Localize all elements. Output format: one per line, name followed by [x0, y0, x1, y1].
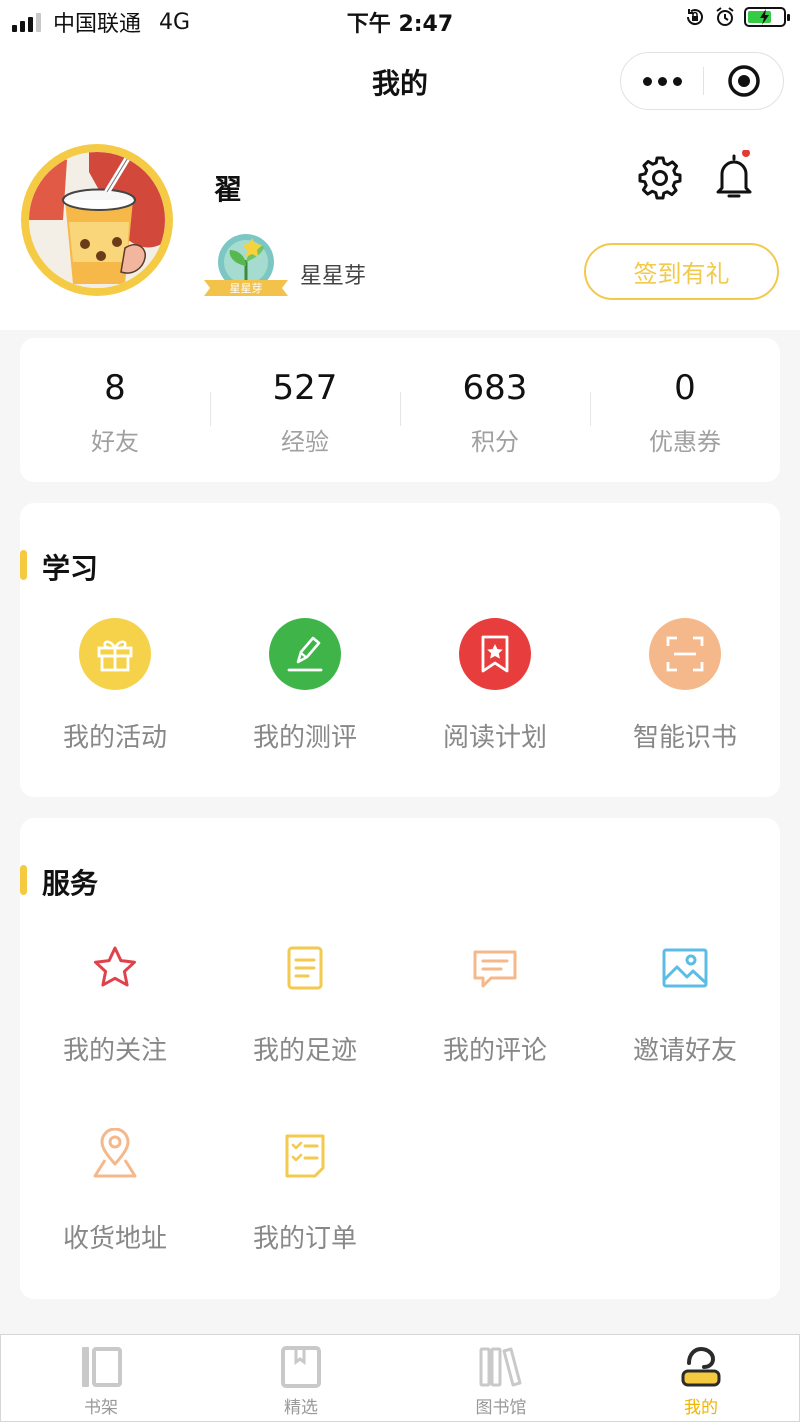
- stat-label: 优惠券: [649, 428, 721, 456]
- service-item-label: 邀请好友: [632, 1036, 737, 1066]
- miniprogram-capsule: [620, 52, 784, 110]
- bottom-tab-bar: 书架 精选 图书馆 我的: [0, 1334, 800, 1422]
- service-card: 服务 我的关注 我的足迹 我的评论 邀请好友 收货地址 我的订单: [20, 818, 780, 1299]
- study-item-activities[interactable]: 我的活动: [20, 503, 210, 797]
- study-item-label: 我的测评: [252, 723, 357, 753]
- badge-text: 星星芽: [230, 281, 263, 295]
- order-list-icon: [281, 1132, 329, 1180]
- document-icon: [281, 944, 329, 992]
- service-item-follows[interactable]: 我的关注: [20, 938, 210, 1088]
- study-item-reading-plan[interactable]: 阅读计划: [400, 503, 590, 797]
- tab-label: 书架: [84, 1398, 118, 1418]
- stat-value: 0: [674, 368, 696, 408]
- study-item-label: 智能识书: [632, 723, 737, 753]
- service-item-label: 我的关注: [62, 1036, 167, 1066]
- star-icon: [91, 944, 139, 992]
- status-time: 下午 2:47: [346, 12, 454, 37]
- bookshelf-icon: [82, 1347, 122, 1387]
- stat-experience[interactable]: 527 经验: [210, 338, 400, 482]
- service-item-address[interactable]: 收货地址: [20, 1126, 210, 1276]
- stat-label: 积分: [471, 428, 519, 456]
- stat-label: 好友: [91, 428, 139, 456]
- stat-value: 8: [104, 368, 126, 408]
- status-bar: 中国联通 4G 下午 2:47: [0, 0, 800, 40]
- avatar[interactable]: [21, 144, 173, 296]
- service-item-invite-friends[interactable]: 邀请好友: [590, 938, 780, 1088]
- tab-featured[interactable]: 精选: [201, 1335, 401, 1421]
- settings-button[interactable]: [636, 154, 684, 202]
- avatar-image: [29, 152, 165, 288]
- service-item-label: 我的足迹: [252, 1036, 357, 1066]
- service-item-orders[interactable]: 我的订单: [210, 1126, 400, 1276]
- profile-icon: [681, 1346, 721, 1387]
- service-item-label: 我的评论: [442, 1036, 547, 1066]
- more-dots-icon: [642, 76, 652, 86]
- service-item-comments[interactable]: 我的评论: [400, 938, 590, 1088]
- stat-value: 683: [462, 368, 528, 408]
- level-name: 星星芽: [300, 264, 367, 289]
- study-item-label: 我的活动: [62, 723, 167, 753]
- tab-bookshelf[interactable]: 书架: [1, 1335, 201, 1421]
- service-item-label: 我的订单: [252, 1224, 357, 1254]
- notification-dot: [742, 149, 750, 157]
- tab-label: 图书馆: [475, 1398, 527, 1418]
- level-badge: 星星芽: [202, 230, 290, 302]
- book-icon: [281, 1346, 321, 1388]
- location-icon: [91, 1128, 139, 1178]
- tab-label: 精选: [284, 1398, 318, 1418]
- gear-icon: [638, 156, 682, 200]
- more-button[interactable]: [621, 53, 703, 109]
- signin-reward-button[interactable]: 签到有礼: [584, 243, 779, 300]
- alarm-icon: [716, 7, 734, 26]
- study-item-smart-scan[interactable]: 智能识书: [590, 503, 780, 797]
- sprout-badge-icon: 星星芽: [204, 234, 288, 296]
- study-card: 学习 我的活动 我的测评 阅读计划 智能识书: [20, 503, 780, 797]
- tab-profile[interactable]: 我的: [601, 1335, 800, 1421]
- status-right: [684, 6, 790, 28]
- bell-icon: [716, 149, 752, 198]
- notifications-button[interactable]: [710, 149, 758, 202]
- username: 翟: [214, 173, 243, 206]
- battery-icon: [744, 7, 790, 27]
- library-icon: [479, 1347, 522, 1387]
- tab-label: 我的: [684, 1398, 718, 1418]
- bookmark-star-icon: [459, 618, 531, 690]
- orientation-lock-icon: [686, 9, 703, 26]
- stat-coupons[interactable]: 0 优惠券: [590, 338, 780, 482]
- scan-icon: [649, 618, 721, 690]
- section-title-service: 服务: [42, 867, 99, 900]
- section-accent-bar: [20, 865, 27, 895]
- target-close-icon: [728, 65, 760, 97]
- study-item-assessment[interactable]: 我的测评: [210, 503, 400, 797]
- pencil-icon: [269, 618, 341, 690]
- image-icon: [661, 944, 709, 992]
- close-miniprogram-button[interactable]: [703, 53, 785, 109]
- stats-card: 8 好友 527 经验 683 积分 0 优惠券: [20, 338, 780, 482]
- stat-points[interactable]: 683 积分: [400, 338, 590, 482]
- stat-friends[interactable]: 8 好友: [20, 338, 210, 482]
- tab-library[interactable]: 图书馆: [401, 1335, 601, 1421]
- gift-icon: [79, 618, 151, 690]
- study-item-label: 阅读计划: [442, 723, 547, 753]
- stat-label: 经验: [281, 428, 329, 456]
- stat-value: 527: [272, 368, 338, 408]
- comment-icon: [471, 944, 519, 992]
- service-item-footprints[interactable]: 我的足迹: [210, 938, 400, 1088]
- service-item-label: 收货地址: [62, 1224, 167, 1254]
